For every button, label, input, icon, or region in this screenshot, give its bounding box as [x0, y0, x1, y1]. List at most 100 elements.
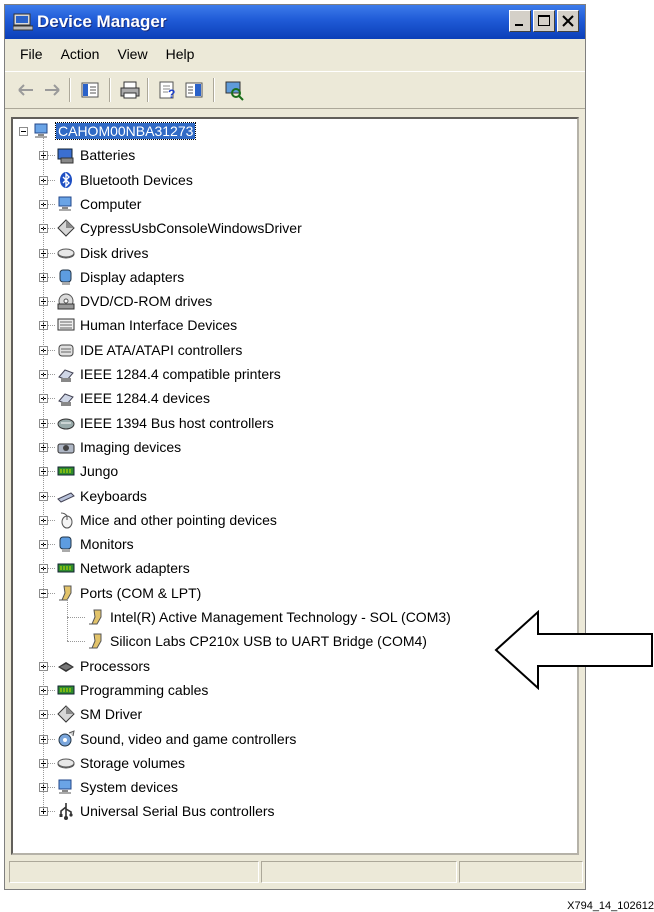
scan-hardware-icon[interactable]: [223, 79, 245, 101]
tree-item-label: Ports (COM & LPT): [80, 584, 202, 601]
tree-item[interactable]: Human Interface Devices: [57, 314, 237, 336]
tree-item[interactable]: Bluetooth Devices: [57, 169, 193, 191]
menu-bar: File Action View Help: [5, 39, 585, 69]
title-bar[interactable]: Device Manager: [5, 5, 585, 39]
tree-item[interactable]: Ports (COM & LPT): [57, 582, 201, 604]
tree-item[interactable]: Sound, video and game controllers: [57, 728, 296, 750]
tree-item[interactable]: Programming cables: [57, 679, 208, 701]
tree-item-label: Programming cables: [80, 681, 209, 698]
tree-item[interactable]: SM Driver: [57, 703, 142, 725]
back-icon[interactable]: [15, 79, 37, 101]
tree-item-label: Batteries: [80, 147, 136, 164]
tree-item[interactable]: Mice and other pointing devices: [57, 509, 277, 531]
hid-icon: [57, 316, 75, 334]
tree-item-label: Monitors: [80, 536, 134, 553]
display-adapter-icon: [57, 268, 75, 286]
firewire-icon: [57, 414, 75, 432]
device-manager-icon: [12, 13, 34, 31]
svg-text:?: ?: [168, 87, 175, 101]
printer-icon: [57, 389, 75, 407]
tree-item-label: Processors: [80, 657, 151, 674]
tree-item[interactable]: IEEE 1394 Bus host controllers: [57, 412, 274, 434]
disk-drive-icon: [57, 754, 75, 772]
tree-item[interactable]: Computer: [57, 193, 141, 215]
tree-item-label: Keyboards: [80, 487, 147, 504]
printer-icon: [57, 365, 75, 383]
tree-item-label: Silicon Labs CP210x USB to UART Bridge (…: [110, 633, 427, 650]
tree-item[interactable]: Keyboards: [57, 485, 147, 507]
battery-icon: [57, 146, 75, 164]
tree-item-label: IDE ATA/ATAPI controllers: [80, 341, 243, 358]
camera-icon: [57, 438, 75, 456]
status-pane-3: [459, 861, 583, 883]
properties-icon[interactable]: ?: [157, 79, 179, 101]
window-title: Device Manager: [37, 12, 167, 31]
menu-file[interactable]: File: [11, 42, 52, 66]
tree-item-label: Bluetooth Devices: [80, 171, 193, 188]
board-icon: [57, 681, 75, 699]
tree-item-label: Human Interface Devices: [80, 317, 238, 334]
diamond-icon: [57, 219, 75, 237]
tree-item-child[interactable]: Silicon Labs CP210x USB to UART Bridge (…: [87, 630, 427, 652]
cdrom-icon: [57, 292, 75, 310]
status-pane-1: [9, 861, 259, 883]
device-manager-window: Device Manager File Action View Help ? C…: [4, 4, 586, 890]
print-icon[interactable]: [119, 79, 141, 101]
tree-item[interactable]: Imaging devices: [57, 436, 181, 458]
tree-item[interactable]: Monitors: [57, 533, 134, 555]
tree-item-label: SM Driver: [80, 706, 143, 723]
computer-icon: [57, 778, 75, 796]
menu-action[interactable]: Action: [52, 42, 109, 66]
sound-icon: [57, 729, 75, 748]
keyboard-icon: [57, 487, 75, 505]
collapse-toggle[interactable]: [19, 127, 28, 136]
tree-item[interactable]: Disk drives: [57, 242, 148, 264]
bluetooth-icon: [57, 171, 75, 189]
diamond-icon: [57, 705, 75, 723]
tree-item-label: CypressUsbConsoleWindowsDriver: [80, 220, 302, 237]
tree-item-label: IEEE 1284.4 compatible printers: [80, 366, 281, 382]
minimize-button[interactable]: [509, 10, 531, 32]
tree-item[interactable]: Network adapters: [57, 557, 190, 579]
tree-item-label: Mice and other pointing devices: [80, 511, 277, 528]
tree-root[interactable]: CAHOM00NBA31273: [33, 120, 197, 142]
menu-view[interactable]: View: [108, 42, 156, 66]
tree-item[interactable]: IEEE 1284.4 compatible printers: [57, 363, 281, 385]
tree-item-label: Network adapters: [80, 560, 190, 577]
tree-item[interactable]: CypressUsbConsoleWindowsDriver: [57, 217, 302, 239]
computer-icon: [33, 122, 51, 140]
tree-item[interactable]: DVD/CD-ROM drives: [57, 290, 212, 312]
tree-item-label: Disk drives: [80, 244, 149, 261]
forward-icon[interactable]: [41, 79, 63, 101]
tree-item-label: System devices: [80, 779, 179, 796]
show-hide-tree-icon[interactable]: [79, 79, 101, 101]
device-tree[interactable]: CAHOM00NBA31273 Batteries Bluetooth Device…: [11, 117, 579, 855]
help-pane-icon[interactable]: [183, 79, 205, 101]
tree-item[interactable]: Jungo: [57, 460, 118, 482]
tree-item-label: CAHOM00NBA31273: [54, 122, 197, 140]
figure-caption: X794_14_102612: [567, 900, 654, 912]
toolbar: ?: [5, 71, 585, 109]
tree-item[interactable]: Storage volumes: [57, 752, 185, 774]
tree-item-label: Storage volumes: [80, 754, 186, 771]
usb-icon: [57, 802, 75, 821]
tree-item-label: Intel(R) Active Management Technology - …: [110, 609, 451, 625]
tree-item[interactable]: IEEE 1284.4 devices: [57, 387, 210, 409]
close-button[interactable]: [557, 10, 579, 32]
tree-item-label: Imaging devices: [80, 438, 182, 455]
tree-item[interactable]: Processors: [57, 655, 150, 677]
menu-help[interactable]: Help: [157, 42, 204, 66]
monitor-icon: [57, 535, 75, 553]
tree-item[interactable]: System devices: [57, 776, 178, 798]
tree-item-label: DVD/CD-ROM drives: [80, 293, 213, 310]
board-icon: [57, 462, 75, 480]
tree-item-label: Sound, video and game controllers: [80, 730, 297, 747]
tree-item[interactable]: Universal Serial Bus controllers: [57, 800, 275, 822]
disk-drive-icon: [57, 244, 75, 262]
maximize-button[interactable]: [533, 10, 555, 32]
port-icon: [87, 632, 105, 650]
tree-item[interactable]: Display adapters: [57, 266, 184, 288]
tree-item[interactable]: IDE ATA/ATAPI controllers: [57, 339, 242, 361]
tree-item[interactable]: Batteries: [57, 144, 135, 166]
tree-item-child[interactable]: Intel(R) Active Management Technology - …: [87, 606, 451, 628]
